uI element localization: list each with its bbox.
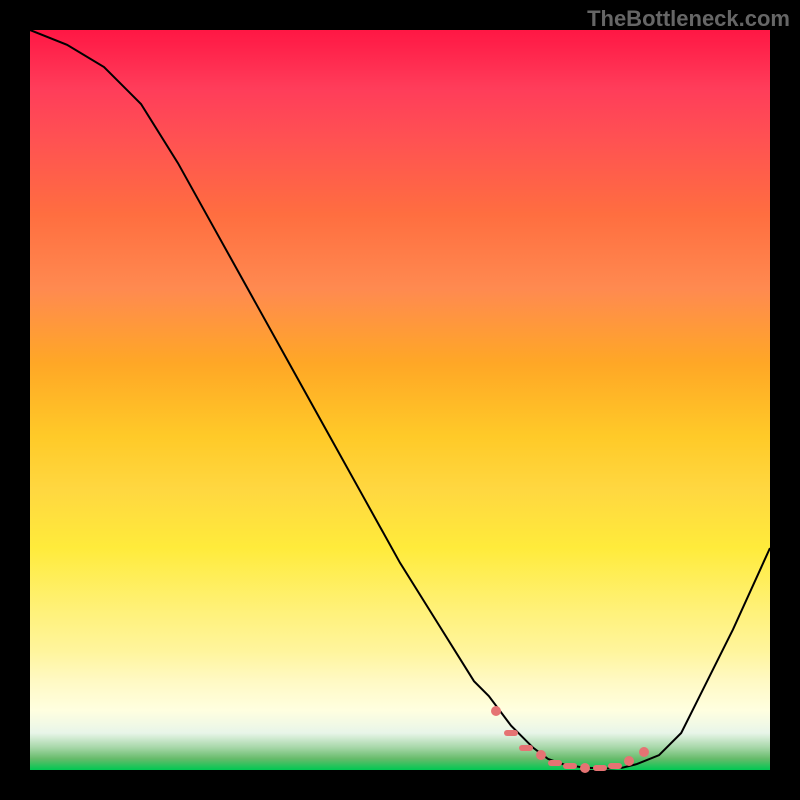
optimal-range-markers (30, 30, 770, 770)
watermark-text: TheBottleneck.com (587, 6, 790, 32)
optimal-marker (580, 763, 590, 773)
optimal-marker (563, 763, 577, 769)
optimal-marker (608, 763, 622, 769)
optimal-marker (639, 747, 649, 757)
optimal-marker (504, 730, 518, 736)
chart-container (30, 30, 770, 770)
optimal-marker (519, 745, 533, 751)
optimal-marker (536, 750, 546, 760)
optimal-marker (593, 765, 607, 771)
optimal-marker (548, 760, 562, 766)
optimal-marker (491, 706, 501, 716)
optimal-marker (624, 756, 634, 766)
